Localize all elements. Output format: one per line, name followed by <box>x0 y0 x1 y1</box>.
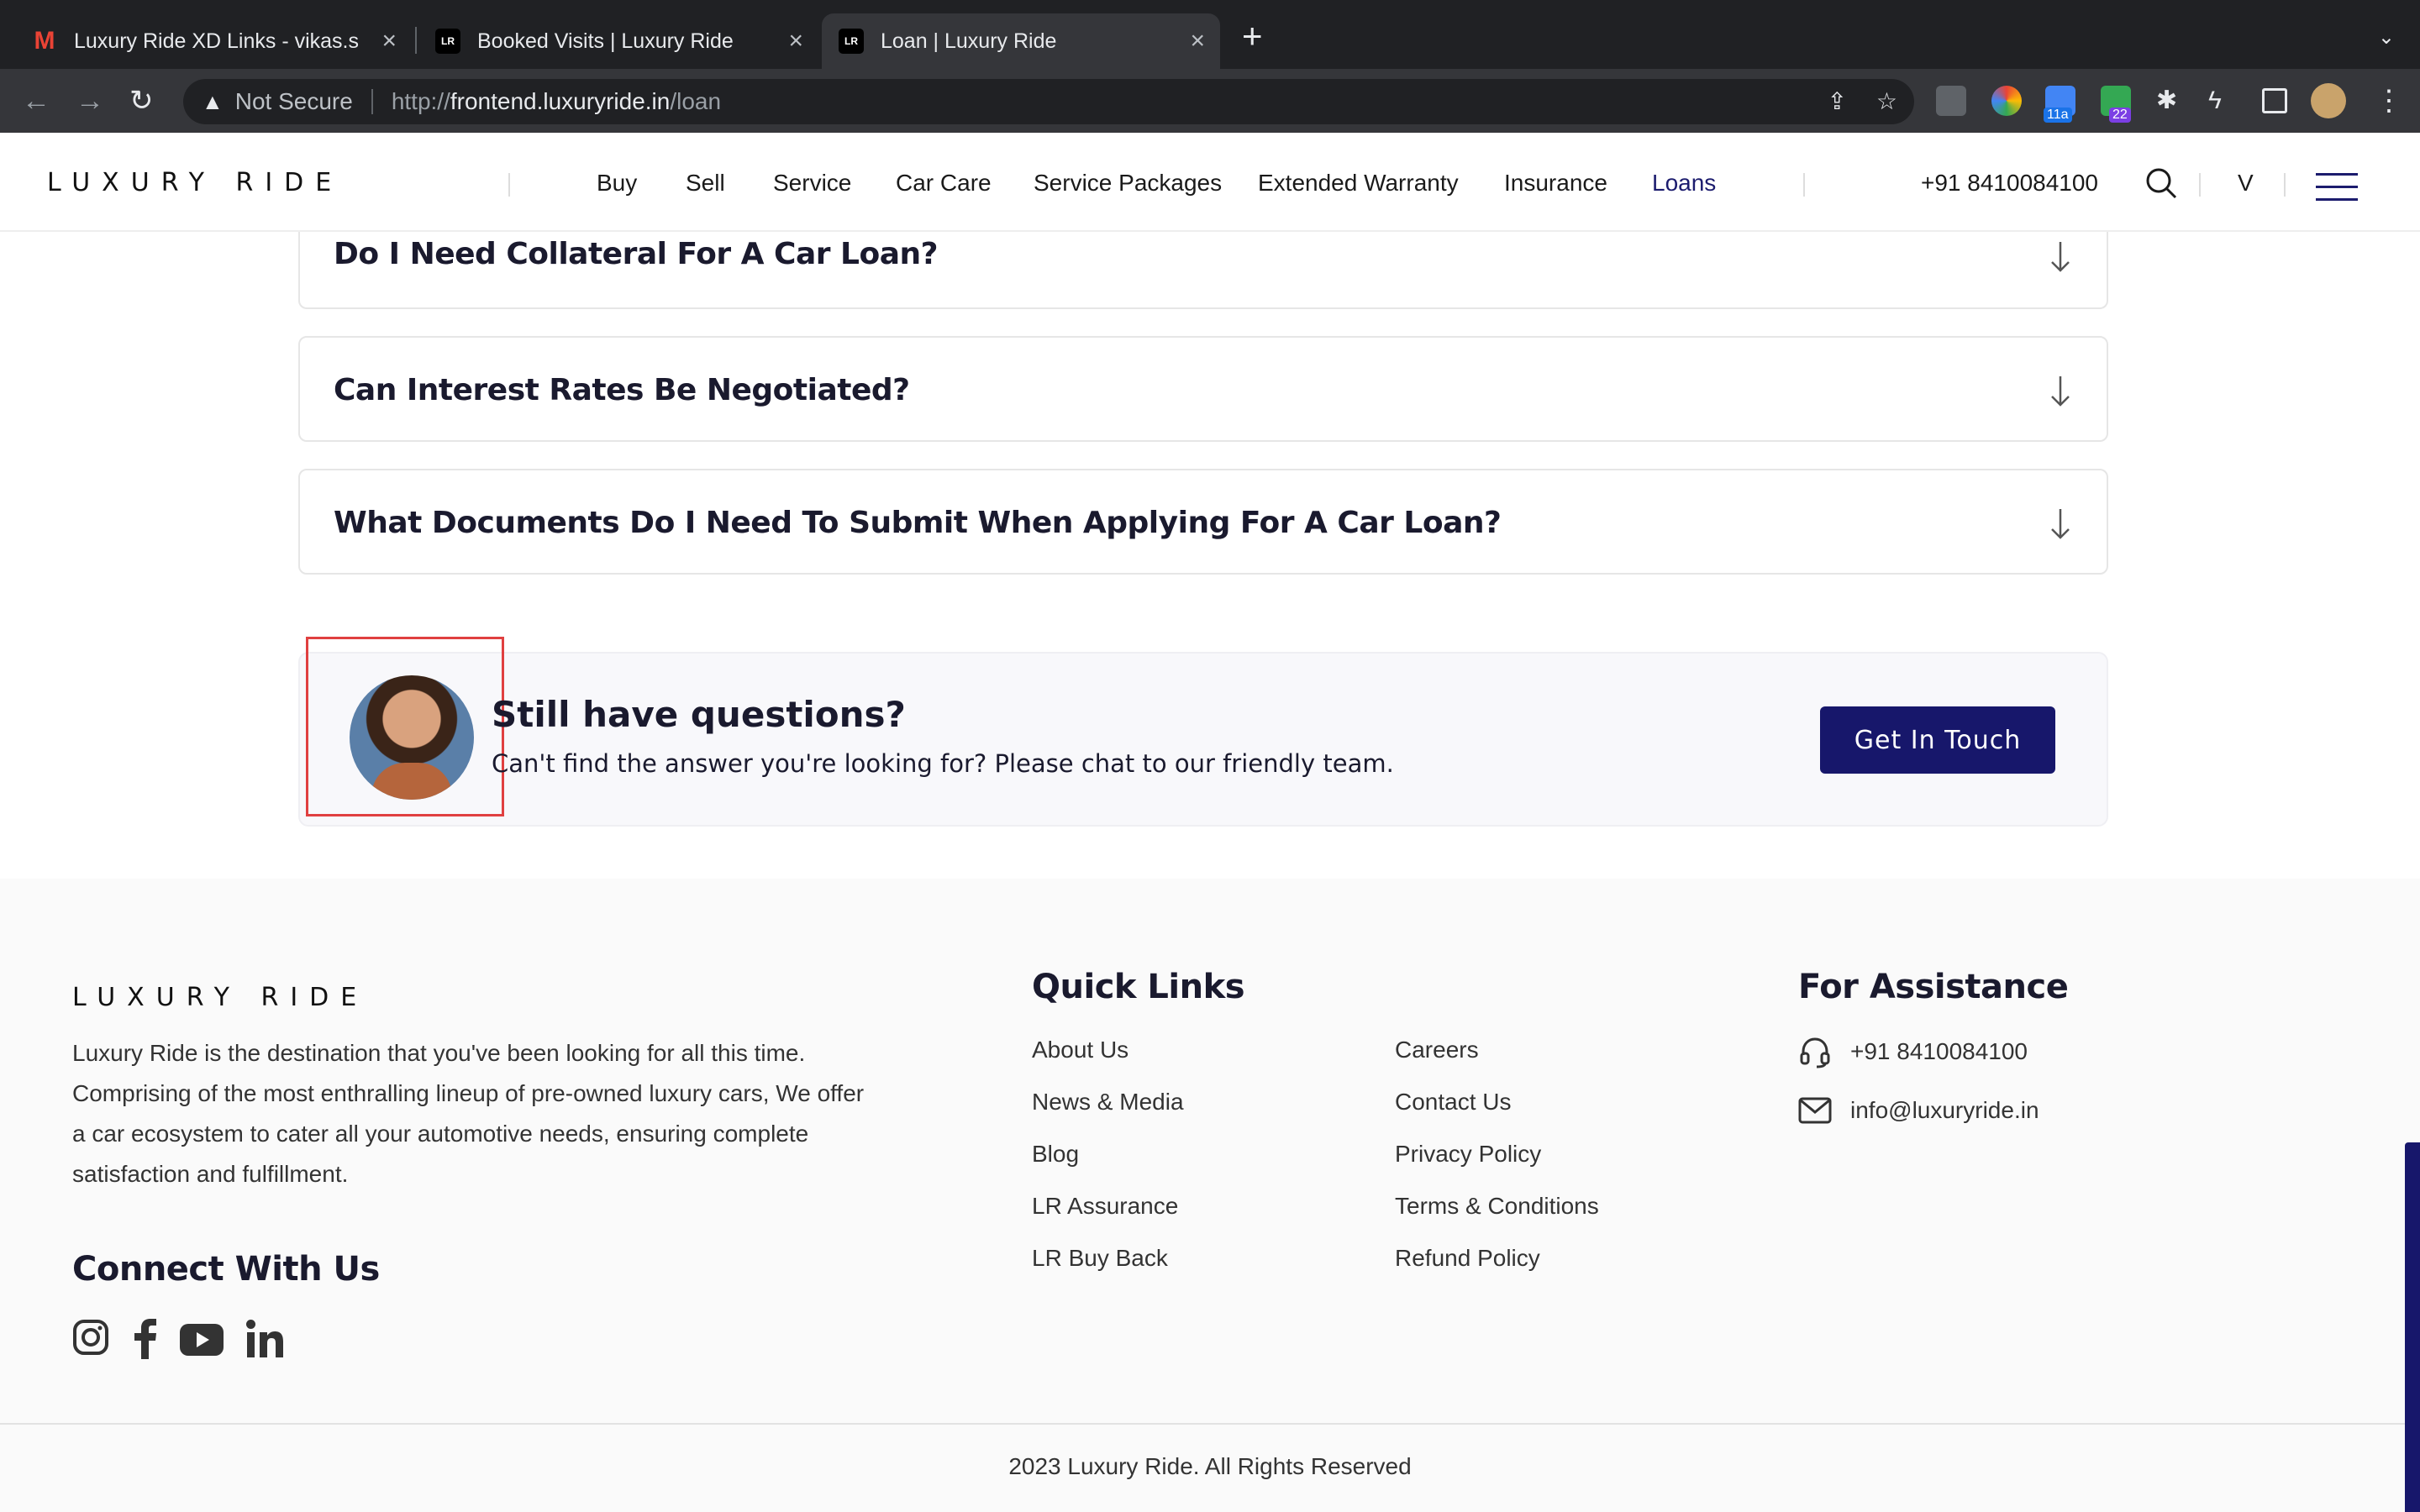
tab-booked-visits[interactable]: LR Booked Visits | Luxury Ride × <box>418 13 818 69</box>
nav-buy[interactable]: Buy <box>597 170 637 197</box>
nav-loans[interactable]: Loans <box>1652 170 1716 197</box>
url-path: /loan <box>670 88 722 114</box>
avatar-highlight-box <box>306 637 504 816</box>
header-divider <box>508 173 510 197</box>
user-initial[interactable]: V <box>2238 170 2254 197</box>
back-button[interactable]: ← <box>22 84 50 118</box>
hamburger-menu-icon[interactable] <box>2316 173 2358 211</box>
tab-title: Booked Visits | Luxury Ride <box>477 29 734 53</box>
faq-question: Do I Need Collateral For A Car Loan? <box>334 237 939 271</box>
nav-insurance[interactable]: Insurance <box>1504 170 1607 197</box>
color-picker-extension-icon[interactable] <box>1991 86 2022 116</box>
new-tab-button[interactable]: + <box>1242 18 1263 54</box>
footer-link-privacy-policy[interactable]: Privacy Policy <box>1395 1141 1541 1168</box>
arrow-down-icon <box>2051 376 2070 407</box>
footer-link-refund-policy[interactable]: Refund Policy <box>1395 1245 1540 1272</box>
footer-link-news-media[interactable]: News & Media <box>1032 1089 1184 1116</box>
tab-title: Luxury Ride XD Links - vikas.s <box>74 29 360 53</box>
profile-avatar[interactable] <box>2311 83 2346 118</box>
footer-link-blog[interactable]: Blog <box>1032 1141 1079 1168</box>
side-panel-icon[interactable] <box>2262 88 2287 113</box>
faq-question: What Documents Do I Need To Submit When … <box>334 506 1502 540</box>
cta-subtitle: Can't find the answer you're looking for… <box>492 749 1394 778</box>
bookmark-star-icon[interactable]: ☆ <box>1876 87 1897 115</box>
header-divider <box>2284 173 2286 197</box>
assist-email-row[interactable]: info@luxuryride.in <box>1798 1097 2039 1124</box>
assist-phone: +91 8410084100 <box>1850 1038 2028 1064</box>
reload-button[interactable]: ↻ <box>129 84 154 118</box>
get-in-touch-button[interactable]: Get In Touch <box>1820 706 2055 774</box>
url-protocol: http:// <box>391 88 450 114</box>
browser-menu-icon[interactable]: ⋮ <box>2375 84 2403 118</box>
extension-badge: 11a <box>2044 108 2072 123</box>
footer-link-terms-conditions[interactable]: Terms & Conditions <box>1395 1193 1599 1220</box>
url-host: frontend.luxuryride.in <box>450 88 671 114</box>
tab-separator <box>415 27 417 54</box>
headset-icon <box>1800 1037 1830 1068</box>
facebook-icon[interactable] <box>133 1319 158 1359</box>
faq-item[interactable]: Can Interest Rates Be Negotiated? <box>298 336 2108 442</box>
faq-item[interactable]: What Documents Do I Need To Submit When … <box>298 469 2108 575</box>
tab-title: Loan | Luxury Ride <box>881 29 1057 53</box>
site-header: LUXURY RIDE Buy Sell Service Car Care Se… <box>0 133 2420 232</box>
footer-link-lr-assurance[interactable]: LR Assurance <box>1032 1193 1178 1220</box>
arrow-down-icon <box>2051 242 2070 272</box>
close-icon[interactable]: × <box>381 29 397 54</box>
close-icon[interactable]: × <box>788 29 803 54</box>
footer-link-about-us[interactable]: About Us <box>1032 1037 1128 1063</box>
nav-extended-warranty[interactable]: Extended Warranty <box>1258 170 1459 197</box>
forward-button[interactable]: → <box>76 84 104 118</box>
tab-loan[interactable]: LR Loan | Luxury Ride × <box>822 13 1220 69</box>
quick-links-heading: Quick Links <box>1032 968 1245 1006</box>
nav-sell[interactable]: Sell <box>686 170 725 197</box>
faq-question: Can Interest Rates Be Negotiated? <box>334 373 910 407</box>
assist-phone-row[interactable]: +91 8410084100 <box>1798 1035 2028 1068</box>
header-divider <box>2199 173 2201 197</box>
footer-divider <box>0 1423 2420 1425</box>
warning-icon: ▲ <box>202 88 224 114</box>
share-icon[interactable]: ⇪ <box>1828 87 1847 115</box>
footer-link-lr-buy-back[interactable]: LR Buy Back <box>1032 1245 1168 1272</box>
performance-icon[interactable]: ϟ <box>2208 84 2222 118</box>
extensions-puzzle-icon[interactable]: ✱ <box>2156 84 2177 118</box>
browser-toolbar: ← → ↻ ▲ Not Secure http:// frontend.luxu… <box>0 69 2420 133</box>
instagram-icon[interactable] <box>72 1319 109 1356</box>
tab-gmail[interactable]: M Luxury Ride XD Links - vikas.s × <box>0 13 412 69</box>
page-root: M Luxury Ride XD Links - vikas.s × LR Bo… <box>0 0 2420 1512</box>
page-scrollbar[interactable] <box>2405 1142 2420 1512</box>
close-icon[interactable]: × <box>1190 29 1205 54</box>
copyright-text: 2023 Luxury Ride. All Rights Reserved <box>1008 1453 1412 1479</box>
security-label: Not Secure <box>234 88 353 114</box>
tab-search-chevron-icon[interactable]: ⌄ <box>2378 25 2395 50</box>
header-phone[interactable]: +91 8410084100 <box>1921 170 2098 197</box>
connect-heading: Connect With Us <box>72 1250 380 1289</box>
assist-email: info@luxuryride.in <box>1850 1097 2039 1123</box>
site-logo[interactable]: LUXURY RIDE <box>47 168 343 197</box>
browser-tab-strip: M Luxury Ride XD Links - vikas.s × LR Bo… <box>0 0 2420 69</box>
footer-link-careers[interactable]: Careers <box>1395 1037 1479 1063</box>
linkedin-icon[interactable] <box>245 1319 284 1357</box>
lr-icon: LR <box>435 29 460 54</box>
extension-badge: 22 <box>2109 108 2131 123</box>
gmail-icon: M <box>34 27 55 55</box>
mail-icon <box>1798 1097 1832 1124</box>
nav-service-packages[interactable]: Service Packages <box>1034 170 1222 197</box>
extension-icon[interactable] <box>1936 86 1966 116</box>
footer-logo[interactable]: LUXURY RIDE <box>72 983 368 1012</box>
cta-title: Still have questions? <box>492 694 906 735</box>
header-divider <box>1803 173 1805 197</box>
footer-description: Luxury Ride is the destination that you'… <box>72 1040 865 1187</box>
youtube-icon[interactable] <box>180 1324 224 1356</box>
lr-icon: LR <box>839 29 864 54</box>
search-icon[interactable] <box>2144 166 2178 200</box>
nav-car-care[interactable]: Car Care <box>896 170 992 197</box>
address-bar[interactable]: ▲ Not Secure http:// frontend.luxuryride… <box>183 79 1914 124</box>
assistance-heading: For Assistance <box>1798 968 2069 1006</box>
arrow-down-icon <box>2051 509 2070 539</box>
footer-link-contact-us[interactable]: Contact Us <box>1395 1089 1512 1116</box>
nav-service[interactable]: Service <box>773 170 851 197</box>
omnibox-divider <box>371 89 373 114</box>
